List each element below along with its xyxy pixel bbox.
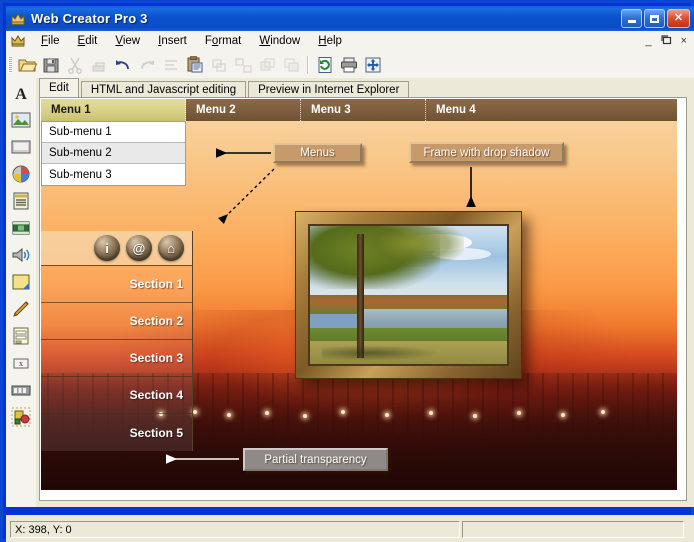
svg-text:A: A [15,86,27,103]
page-quick-icons: i @ ⌂ [41,231,192,266]
page-submenu-item-1[interactable]: Sub-menu 1 [42,122,185,143]
document-crown-icon[interactable] [10,34,26,48]
callout-menus[interactable]: Menus [273,143,362,163]
cut-icon [64,54,86,76]
form-tool-icon[interactable] [9,324,33,348]
email-icon[interactable]: @ [126,235,152,261]
menu-tool-icon[interactable] [9,189,33,213]
page-submenu: Sub-menu 1 Sub-menu 2 Sub-menu 3 [41,121,186,186]
menu-bar: File Edit View Insert Format Window Help… [6,31,694,52]
info-icon[interactable]: i [94,235,120,261]
page-menu-item-3[interactable]: Menu 3 [301,99,426,121]
menu-window[interactable]: Window [250,33,309,49]
paste-icon[interactable] [184,54,206,76]
flash-tool-icon[interactable] [9,216,33,240]
button-tool-icon[interactable] [9,135,33,159]
group-icon [208,54,230,76]
page-section-2[interactable]: Section 2 [41,303,192,340]
open-icon[interactable] [16,54,38,76]
mdi-minimize-button[interactable]: _ [645,35,651,47]
home-icon[interactable]: ⌂ [158,235,184,261]
toolbar-separator [307,55,309,74]
layer-down-icon [280,54,302,76]
gallery-tool-icon[interactable] [9,162,33,186]
menu-edit[interactable]: Edit [69,33,107,49]
picture-frame[interactable] [295,211,522,379]
page-menu-bar: Menu 1 Menu 2 Menu 3 Menu 4 [41,99,677,121]
page-menu-item-4[interactable]: Menu 4 [426,99,641,121]
ungroup-icon [232,54,254,76]
tab-html-javascript-editing[interactable]: HTML and Javascript editing [80,81,247,98]
minimize-button[interactable] [621,9,642,28]
page-menu-item-2[interactable]: Menu 2 [186,99,301,121]
page-section-1[interactable]: Section 1 [41,266,192,303]
mdi-window-controls: _ × [645,34,694,48]
menu-format[interactable]: Format [196,33,250,49]
crown-icon [10,11,26,27]
view-tabs: Edit HTML and Javascript editing Preview… [39,78,411,98]
main-toolbar [6,51,694,78]
svg-text:x: x [19,359,23,368]
title-bar: Web Creator Pro 3 ✕ [6,6,694,31]
undo-icon[interactable] [112,54,134,76]
web-page-canvas[interactable]: Menu 1 Menu 2 Menu 3 Menu 4 Sub-menu 1 S… [41,99,677,490]
window-controls: ✕ [621,9,694,28]
page-submenu-item-3[interactable]: Sub-menu 3 [42,164,185,185]
sound-tool-icon[interactable] [9,243,33,267]
maximize-button[interactable] [644,9,665,28]
application-window: Web Creator Pro 3 ✕ File Edit View Inser… [0,0,694,542]
page-submenu-item-2[interactable]: Sub-menu 2 [42,143,185,164]
copy-icon [88,54,110,76]
publish-icon[interactable] [314,54,336,76]
tools-sidebar: A x [6,78,36,507]
status-secondary [462,521,684,538]
draw-tool-icon[interactable] [9,297,33,321]
save-icon[interactable] [40,54,62,76]
tab-edit[interactable]: Edit [39,78,79,98]
callout-frame-with-drop-shadow[interactable]: Frame with drop shadow [409,142,564,163]
effects-tool-icon[interactable] [9,405,33,429]
window-title: Web Creator Pro 3 [31,11,148,26]
text-tool-icon[interactable]: A [9,81,33,105]
page-sections-panel: i @ ⌂ Section 1 Section 2 Section 3 Sect… [41,231,193,451]
autumn-park-lake-photo [310,226,507,364]
page-menu-item-1[interactable]: Menu 1 [41,99,186,121]
align-icon [160,54,182,76]
page-section-3[interactable]: Section 3 [41,340,192,377]
status-bar: X: 398, Y: 0 [6,515,694,542]
page-section-4[interactable]: Section 4 [41,377,192,414]
shape-tool-icon[interactable] [9,270,33,294]
toolbar-grip[interactable] [8,56,12,73]
print-icon[interactable] [338,54,360,76]
menu-insert[interactable]: Insert [149,33,196,49]
menu-view[interactable]: View [106,33,149,49]
menu-help[interactable]: Help [309,33,351,49]
mdi-restore-button[interactable] [660,34,672,48]
page-section-5[interactable]: Section 5 [41,414,192,451]
menu-file[interactable]: File [32,33,69,49]
image-tool-icon[interactable] [9,108,33,132]
site-map-icon[interactable] [362,54,384,76]
callout-partial-transparency[interactable]: Partial transparency [243,448,388,471]
script-tool-icon[interactable]: x [9,351,33,375]
design-surface: Menu 1 Menu 2 Menu 3 Menu 4 Sub-menu 1 S… [39,97,687,501]
close-button[interactable]: ✕ [667,9,690,28]
counter-tool-icon[interactable] [9,378,33,402]
redo-icon [136,54,158,76]
status-coordinates: X: 398, Y: 0 [10,521,460,538]
picture-frame-inner [308,224,509,366]
layer-up-icon [256,54,278,76]
document-client-area: Edit HTML and Javascript editing Preview… [36,78,694,507]
mdi-close-button[interactable]: × [681,35,687,47]
tab-preview-in-internet-explorer[interactable]: Preview in Internet Explorer [248,81,410,98]
